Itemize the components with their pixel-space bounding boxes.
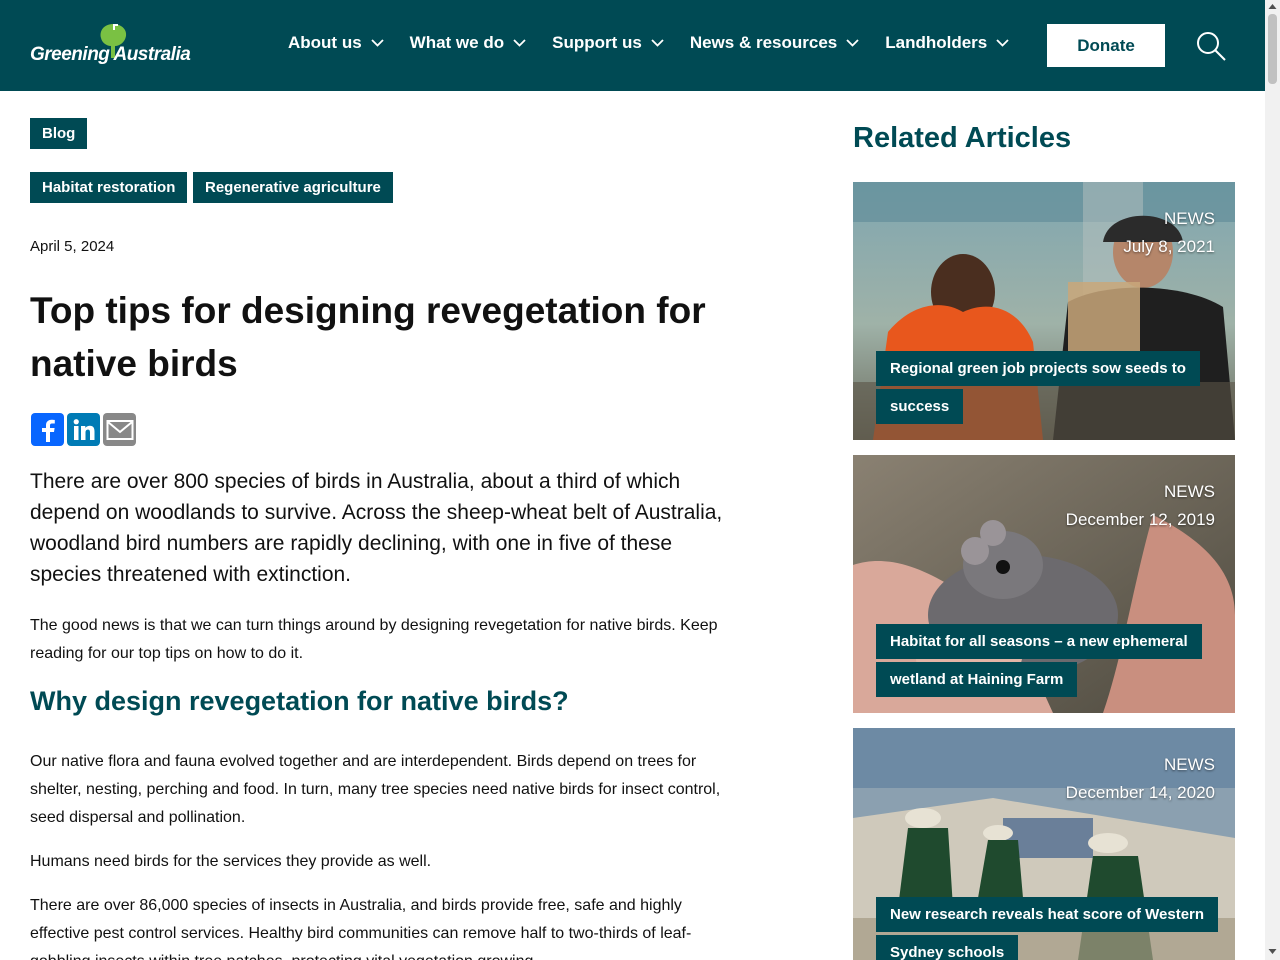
- section-heading: Why design revegetation for native birds…: [30, 686, 569, 716]
- facebook-icon: [41, 419, 55, 442]
- card-title-label[interactable]: New research reveals heat score of Weste…: [876, 896, 1219, 960]
- card-date: July 8, 2021: [1123, 237, 1215, 256]
- card-meta: NEWS December 14, 2020: [1066, 751, 1215, 807]
- card-title[interactable]: Regional green job projects sow seeds to…: [876, 351, 1200, 424]
- nav-support-us[interactable]: Support us: [552, 33, 664, 53]
- card-meta: NEWS July 8, 2021: [1123, 205, 1215, 261]
- nav-about-us[interactable]: About us: [288, 33, 384, 53]
- article-intro-paragraph: The good news is that we can turn things…: [30, 617, 718, 662]
- article-title: Top tips for designing revegetation for …: [30, 290, 706, 384]
- share-linkedin-button[interactable]: [67, 413, 100, 446]
- tag-regenerative-agriculture[interactable]: Regenerative agriculture: [193, 172, 393, 203]
- category-tag-blog[interactable]: Blog: [30, 118, 88, 149]
- card-title[interactable]: New research reveals heat score of Weste…: [876, 897, 1219, 960]
- scroll-thumb[interactable]: [1268, 14, 1277, 84]
- linkedin-icon: [73, 418, 94, 440]
- email-icon: [106, 419, 133, 440]
- chevron-down-icon: [651, 39, 664, 47]
- card-meta: NEWS December 12, 2019: [1066, 478, 1215, 534]
- card-title-label[interactable]: Habitat for all seasons – a new ephemera…: [876, 623, 1216, 699]
- article-paragraph-1: Our native flora and fauna evolved toget…: [30, 753, 721, 826]
- card-title-label[interactable]: Regional green job projects sow seeds to…: [876, 350, 1216, 426]
- chevron-down-icon: [996, 39, 1009, 47]
- share-email-button[interactable]: [103, 413, 136, 446]
- article-paragraph-2: Humans need birds for the services they …: [30, 853, 432, 870]
- nav-label: Landholders: [885, 33, 988, 52]
- nav-label: What we do: [409, 33, 505, 52]
- card-title[interactable]: Habitat for all seasons – a new ephemera…: [876, 624, 1202, 697]
- main-nav: About us What we do Support us News & re…: [288, 33, 1035, 53]
- card-date: December 14, 2020: [1065, 783, 1215, 802]
- chevron-down-icon: [513, 39, 526, 47]
- chevron-down-icon: [846, 39, 859, 47]
- card-type: NEWS: [1164, 482, 1215, 501]
- nav-news-resources[interactable]: News & resources: [690, 33, 859, 53]
- article-lead-paragraph: There are over 800 species of birds in A…: [30, 470, 723, 586]
- related-article-card[interactable]: NEWS July 8, 2021 Regional green job pro…: [853, 182, 1235, 440]
- scroll-up-arrow-icon[interactable]: [1268, 2, 1277, 10]
- related-article-card[interactable]: NEWS December 12, 2019 Habitat for all s…: [853, 455, 1235, 713]
- nav-landholders[interactable]: Landholders: [885, 33, 1009, 53]
- page-scrollbar[interactable]: [1265, 0, 1280, 960]
- related-articles-heading: Related Articles: [853, 122, 1072, 154]
- scroll-down-arrow-icon[interactable]: [1268, 948, 1277, 956]
- article-date: April 5, 2024: [30, 238, 115, 255]
- nav-what-we-do[interactable]: What we do: [410, 33, 526, 53]
- related-article-card[interactable]: NEWS December 14, 2020 New research reve…: [853, 728, 1235, 960]
- logo-text: Greening Australia: [30, 44, 191, 65]
- share-facebook-button[interactable]: [31, 413, 64, 446]
- tag-habitat-restoration[interactable]: Habitat restoration: [30, 172, 188, 203]
- nav-label: About us: [288, 33, 362, 52]
- nav-label: News & resources: [689, 33, 838, 52]
- card-date: December 12, 2019: [1065, 510, 1215, 529]
- greening-australia-logo[interactable]: Greening Australia: [30, 22, 205, 70]
- search-icon[interactable]: [1195, 30, 1227, 62]
- nav-label: Support us: [552, 33, 642, 52]
- card-type: NEWS: [1164, 755, 1215, 774]
- article-paragraph-3: There are over 86,000 species of insects…: [30, 897, 692, 960]
- card-type: NEWS: [1164, 209, 1215, 228]
- donate-button[interactable]: Donate: [1047, 24, 1165, 67]
- chevron-down-icon: [371, 39, 384, 47]
- site-header: Greening Australia About us What we do S…: [0, 0, 1265, 91]
